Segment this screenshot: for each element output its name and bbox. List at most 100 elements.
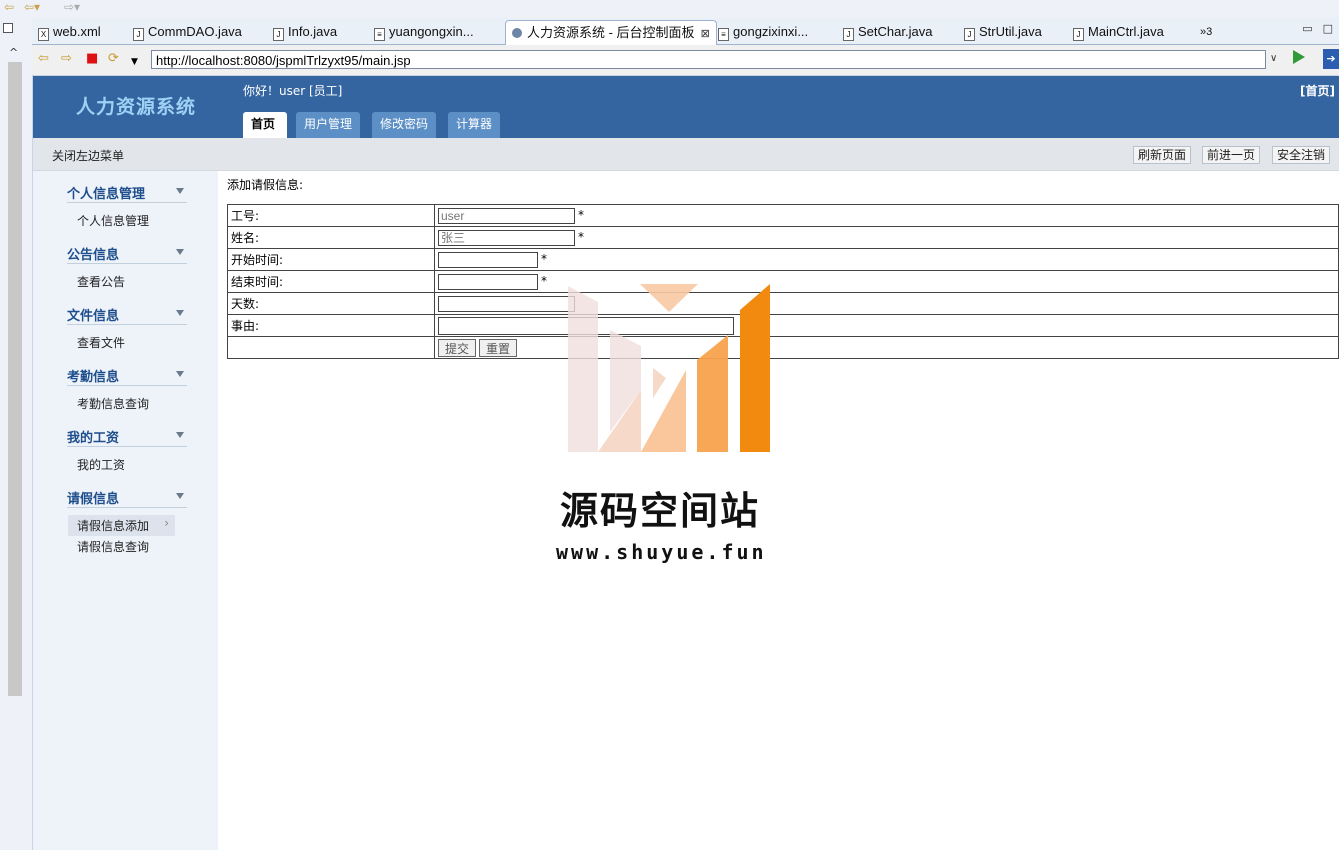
system-title: 人力资源系统	[76, 96, 197, 118]
chevron-down-icon[interactable]	[176, 188, 184, 194]
field-cell: *	[434, 226, 1339, 249]
editor-tab-mainctrl[interactable]: J MainCtrl.java	[1073, 20, 1164, 44]
chevron-down-icon[interactable]	[176, 371, 184, 377]
required-mark: *	[578, 230, 584, 244]
nav-tab-calculator[interactable]: 计算器	[448, 112, 500, 138]
refresh-icon[interactable]: ⟳	[108, 52, 119, 66]
java-file-icon: J	[133, 28, 144, 41]
editor-tab-browser[interactable]: 人力资源系统 - 后台控制面板 ⊠	[505, 20, 717, 45]
chevron-right-icon: ›	[164, 516, 170, 530]
sidebar-item-attendance-query[interactable]: 考勤信息查询	[77, 395, 149, 412]
sidebar-item-my-salary[interactable]: 我的工资	[77, 456, 125, 473]
forward-history-icon[interactable]: ⇨▾	[64, 0, 80, 14]
days-input[interactable]	[438, 295, 575, 312]
maximize-icon[interactable]: □	[1323, 22, 1333, 35]
sidebar-item-view-files[interactable]: 查看文件	[77, 334, 125, 351]
employee-id-input[interactable]	[438, 207, 575, 224]
field-label-end-time: 结束时间:	[227, 270, 435, 293]
editor-tab-commdao[interactable]: J CommDAO.java	[133, 20, 242, 44]
history-dropdown-icon[interactable]: ▼	[131, 55, 138, 69]
required-mark: *	[541, 274, 547, 288]
minimize-view-icon[interactable]	[3, 23, 13, 33]
text-file-icon: ≡	[374, 28, 385, 41]
editor-tab-info[interactable]: J Info.java	[273, 20, 337, 44]
tab-overflow-button[interactable]: »3	[1200, 20, 1212, 44]
sidebar-group-salary[interactable]: 我的工资	[67, 423, 187, 447]
editor-tab-setchar[interactable]: J SetChar.java	[843, 20, 932, 44]
editor-tab-web-xml[interactable]: Xweb.xml	[38, 20, 101, 44]
leave-form-table: 工号: * 姓名: * 开始时间: * 结束时间: * 天数: 事由:	[227, 204, 1339, 359]
table-row: 事由:	[227, 314, 1339, 337]
app-header: 人力资源系统 你好！user [员工] [首页] 首页 用户管理 修改密码 计算…	[33, 76, 1339, 138]
go-icon[interactable]	[1293, 50, 1305, 64]
nav-tab-change-password[interactable]: 修改密码	[372, 112, 436, 138]
submit-button[interactable]: 提交	[438, 338, 477, 357]
field-cell	[434, 314, 1339, 337]
field-label-start-time: 开始时间:	[227, 248, 435, 271]
sidebar-group-announcements[interactable]: 公告信息	[67, 240, 187, 264]
end-time-input[interactable]	[438, 273, 538, 290]
back-history-icon[interactable]: ⇦▾	[24, 0, 40, 14]
table-row: 姓名: *	[227, 226, 1339, 249]
forward-page-button[interactable]: 前进一页	[1202, 146, 1261, 164]
field-cell: *	[434, 248, 1339, 271]
table-row: 结束时间: *	[227, 270, 1339, 293]
scroll-up-icon[interactable]: ^	[9, 46, 18, 59]
table-row: 提交 重置	[227, 336, 1339, 359]
java-file-icon: J	[843, 28, 854, 41]
chevron-down-icon[interactable]	[176, 310, 184, 316]
editor-tab-gongzixinxi[interactable]: ≡ gongzixinxi...	[718, 20, 808, 44]
sidebar-item-personal-info[interactable]: 个人信息管理	[77, 212, 149, 229]
close-tab-icon[interactable]: ⊠	[701, 28, 710, 40]
text-file-icon: ≡	[718, 28, 729, 41]
nav-tab-user-management[interactable]: 用户管理	[296, 112, 360, 138]
url-field[interactable]: http://localhost:8080/jspmlTrlzyxt95/mai…	[151, 50, 1266, 69]
close-left-menu-link[interactable]: 关闭左边菜单	[52, 147, 124, 164]
empty-cell	[227, 336, 435, 359]
field-label-name: 姓名:	[227, 226, 435, 249]
sub-toolbar: 关闭左边菜单 刷新页面 前进一页 安全注销	[33, 138, 1339, 171]
nav-tab-home[interactable]: 首页	[243, 112, 287, 138]
name-input[interactable]	[438, 229, 575, 246]
editor-tab-yuangongxin[interactable]: ≡ yuangongxin...	[374, 20, 474, 44]
logout-button[interactable]: 安全注销	[1272, 146, 1331, 164]
start-time-input[interactable]	[438, 251, 538, 268]
forward-icon[interactable]: ⇨	[61, 52, 72, 66]
stop-icon[interactable]: ■	[86, 52, 98, 66]
chevron-down-icon[interactable]	[176, 249, 184, 255]
refresh-page-button[interactable]: 刷新页面	[1133, 146, 1192, 164]
sidebar-item-view-announcements[interactable]: 查看公告	[77, 273, 125, 290]
ide-left-gutter: ^	[0, 18, 33, 850]
sidebar-group-attendance[interactable]: 考勤信息	[67, 362, 187, 386]
back-icon[interactable]: ⇦	[38, 52, 49, 66]
user-greeting: 你好！user [员工]	[243, 84, 343, 98]
web-page: 人力资源系统 你好！user [员工] [首页] 首页 用户管理 修改密码 计算…	[33, 76, 1339, 850]
back-arrow-icon[interactable]: ⇦	[4, 0, 14, 14]
field-cell: *	[434, 204, 1339, 227]
minimize-icon[interactable]: ▭	[1302, 22, 1312, 35]
window-controls: ▭ □	[1292, 22, 1333, 35]
home-link[interactable]: [首页]	[1300, 82, 1335, 99]
chevron-down-icon[interactable]	[176, 432, 184, 438]
browser-toolbar: ⇦ ⇨ ■ ⟳ ▼ http://localhost:8080/jspmlTrl…	[32, 45, 1339, 76]
chevron-down-icon[interactable]	[176, 493, 184, 499]
sidebar-group-files[interactable]: 文件信息	[67, 301, 187, 325]
url-dropdown-icon[interactable]: ∨	[1270, 53, 1277, 64]
required-mark: *	[578, 208, 584, 222]
table-row: 天数:	[227, 292, 1339, 315]
reason-input[interactable]	[438, 316, 734, 335]
vertical-scrollbar[interactable]	[8, 62, 22, 696]
open-external-icon[interactable]: ➔	[1323, 49, 1339, 69]
ide-toolbar: ⇦ ⇦▾ ⇨▾	[0, 0, 1339, 18]
sidebar-group-personal-info[interactable]: 个人信息管理	[67, 179, 187, 203]
java-file-icon: J	[1073, 28, 1084, 41]
java-file-icon: J	[964, 28, 975, 41]
sidebar-group-leave[interactable]: 请假信息	[67, 484, 187, 508]
xml-file-icon: X	[38, 28, 49, 41]
table-row: 开始时间: *	[227, 248, 1339, 271]
reset-button[interactable]: 重置	[479, 338, 518, 357]
field-label-reason: 事由:	[227, 314, 435, 337]
sidebar-item-leave-add[interactable]: 请假信息添加 ›	[68, 515, 176, 536]
sidebar-item-leave-query[interactable]: 请假信息查询	[77, 538, 149, 555]
editor-tab-strutil[interactable]: J StrUtil.java	[964, 20, 1042, 44]
